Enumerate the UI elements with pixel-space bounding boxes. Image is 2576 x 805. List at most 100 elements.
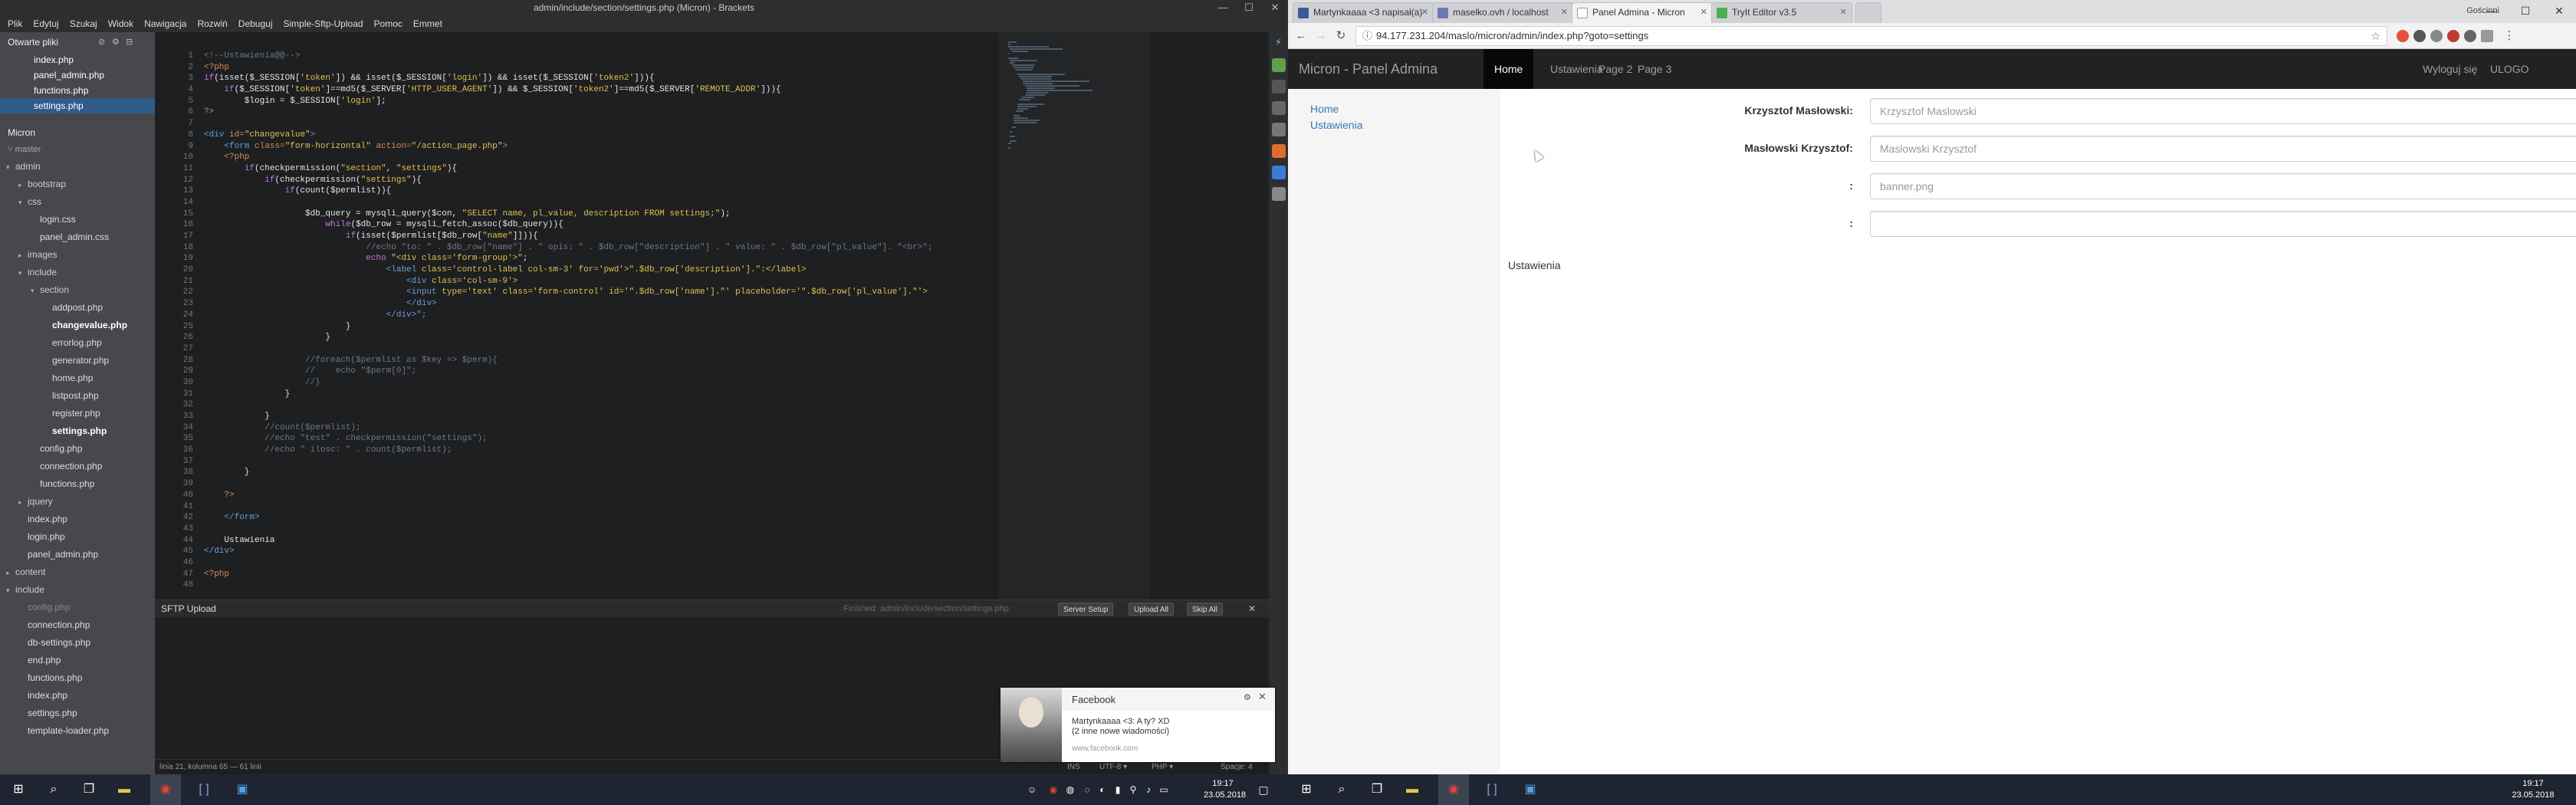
insert-mode[interactable]: INS	[1067, 760, 1080, 775]
language-icon[interactable]: ▭	[1155, 780, 1173, 799]
tree-file[interactable]: end.php	[0, 652, 155, 669]
menu-item[interactable]: Emmet	[413, 15, 442, 32]
menu-item[interactable]: Nawigacja	[144, 15, 186, 32]
live-preview-icon[interactable]: ⚡	[1271, 37, 1286, 51]
tree-folder[interactable]: ▾ include	[0, 264, 155, 281]
tree-folder[interactable]: ▸ content	[0, 564, 155, 581]
tree-file[interactable]: connection.php	[0, 458, 155, 475]
tree-folder[interactable]: ▾ section	[0, 281, 155, 299]
user-logo-link[interactable]: ULOGO	[2490, 49, 2529, 89]
task-view-icon[interactable]: ❐	[80, 780, 98, 799]
language-select[interactable]: PHP ▾	[1152, 760, 1173, 775]
reload-icon[interactable]: ↻	[1332, 28, 1349, 44]
tree-file[interactable]: index.php	[0, 687, 155, 705]
chrome-icon[interactable]: ◉	[1438, 774, 1469, 805]
tree-folder[interactable]: ▸ images	[0, 246, 155, 264]
close-icon[interactable]: ✕	[2542, 0, 2576, 23]
tree-folder[interactable]: ▾ include	[0, 581, 155, 599]
tree-file[interactable]: register.php	[0, 405, 155, 422]
menu-item[interactable]: Simple-Sftp-Upload	[284, 15, 363, 32]
notification-center-icon[interactable]: ▢	[1254, 780, 1273, 799]
tree-folder[interactable]: ▾ css	[0, 193, 155, 211]
tab-close-icon[interactable]: ✕	[1561, 3, 1568, 22]
tree-file[interactable]: login.css	[0, 211, 155, 228]
close-icon[interactable]: ✕	[1258, 691, 1267, 703]
tree-file[interactable]: panel_admin.php	[0, 546, 155, 564]
app-icon[interactable]: ▣	[233, 780, 251, 799]
file-explorer-icon[interactable]: ▬	[1403, 780, 1421, 799]
tree-file[interactable]: functions.php	[0, 669, 155, 687]
maximize-icon[interactable]: ☐	[2509, 0, 2542, 23]
extension-icon[interactable]	[2464, 30, 2476, 42]
tray-icon[interactable]: ◍	[1061, 780, 1079, 799]
maximize-icon[interactable]: ☐	[1236, 0, 1262, 15]
tree-file[interactable]: index.php	[0, 511, 155, 528]
tree-file[interactable]: settings.php	[0, 422, 155, 440]
split-icon[interactable]: ⊘	[98, 32, 105, 52]
open-file-item[interactable]: settings.php	[0, 98, 155, 113]
form-input[interactable]	[1870, 98, 2576, 124]
tree-file[interactable]: config.php	[0, 440, 155, 458]
browser-tab[interactable]: maselko.ovh / localhost ✕	[1432, 2, 1573, 23]
tree-file[interactable]: listpost.php	[0, 387, 155, 405]
encoding-select[interactable]: UTF-8 ▾	[1099, 760, 1127, 775]
tree-file[interactable]: template-loader.php	[0, 722, 155, 740]
ftp-icon[interactable]	[1271, 144, 1286, 158]
tray-chrome-icon[interactable]: ◉	[1044, 780, 1063, 799]
menu-item[interactable]: Widok	[108, 15, 133, 32]
open-file-item[interactable]: index.php	[0, 52, 155, 67]
split-view-icon[interactable]: ⊟	[126, 32, 133, 52]
tree-folder[interactable]: ▾ admin	[0, 158, 155, 176]
menu-item[interactable]: Edytuj	[33, 15, 58, 32]
brackets-icon[interactable]: [ ]	[1483, 780, 1501, 799]
tree-file[interactable]: settings.php	[0, 705, 155, 722]
checklist-icon[interactable]	[1271, 101, 1286, 115]
brackets-icon[interactable]: [ ]	[195, 780, 213, 799]
image-icon[interactable]	[1271, 187, 1286, 201]
minimize-icon[interactable]: —	[1210, 0, 1236, 15]
side-link-settings[interactable]: Ustawienia	[1310, 119, 1362, 131]
server-setup-button[interactable]: Server Setup	[1058, 603, 1114, 616]
tree-file[interactable]: home.php	[0, 370, 155, 387]
nav-link-ustawienia[interactable]: Ustawienia	[1550, 49, 1602, 89]
indent-setting[interactable]: Spacje: 4	[1221, 760, 1253, 775]
url-text[interactable]: 94.177.231.204/maslo/micron/admin/index.…	[1376, 27, 1648, 45]
project-title[interactable]: Micron	[0, 124, 155, 141]
new-tab-button[interactable]	[1855, 2, 1881, 23]
tab-close-icon[interactable]: ✕	[1421, 3, 1428, 22]
menu-icon[interactable]: ⋮	[2501, 28, 2518, 44]
tree-file[interactable]: changevalue.php	[0, 317, 155, 334]
git-icon[interactable]	[1271, 123, 1286, 136]
tree-file[interactable]: config.php	[0, 599, 155, 616]
forward-icon[interactable]: →	[1313, 28, 1329, 44]
menu-item[interactable]: Rozwiń	[197, 15, 227, 32]
gear-icon[interactable]: ⚙	[112, 32, 120, 52]
tree-file[interactable]: login.php	[0, 528, 155, 546]
upload-icon[interactable]	[1271, 166, 1286, 179]
form-input[interactable]	[1870, 173, 2576, 199]
menu-item[interactable]: Szukaj	[70, 15, 97, 32]
people-icon[interactable]: ☺	[1023, 780, 1041, 799]
tree-file[interactable]: connection.php	[0, 616, 155, 634]
form-input[interactable]	[1870, 211, 2576, 237]
logout-link[interactable]: Wyloguj się	[2423, 49, 2477, 89]
search-icon[interactable]: ⌕	[1332, 780, 1351, 799]
extension-icon[interactable]	[2481, 30, 2493, 42]
search-icon[interactable]	[1271, 80, 1286, 94]
menu-item[interactable]: Debuguj	[238, 15, 273, 32]
side-link-home[interactable]: Home	[1310, 103, 1339, 115]
bookmark-star-icon[interactable]: ☆	[2371, 27, 2380, 45]
tree-file[interactable]: functions.php	[0, 475, 155, 493]
extension-icon[interactable]	[2413, 30, 2426, 42]
search-icon[interactable]: ⌕	[44, 780, 63, 799]
tree-file[interactable]: panel_admin.css	[0, 228, 155, 246]
skip-all-button[interactable]: Skip All	[1187, 603, 1223, 616]
browser-tab[interactable]: Panel Admina - Micron ✕	[1572, 2, 1713, 23]
browser-tab[interactable]: Martynkaaaa <3 napisał(a) ✕	[1293, 2, 1434, 23]
tree-file[interactable]: addpost.php	[0, 299, 155, 317]
back-icon[interactable]: ←	[1293, 28, 1309, 44]
clock[interactable]: 19:17 23.05.2018	[2510, 778, 2556, 801]
extension-icon[interactable]	[2430, 30, 2443, 42]
tab-close-icon[interactable]: ✕	[1840, 3, 1847, 22]
tab-close-icon[interactable]: ✕	[1700, 3, 1707, 22]
